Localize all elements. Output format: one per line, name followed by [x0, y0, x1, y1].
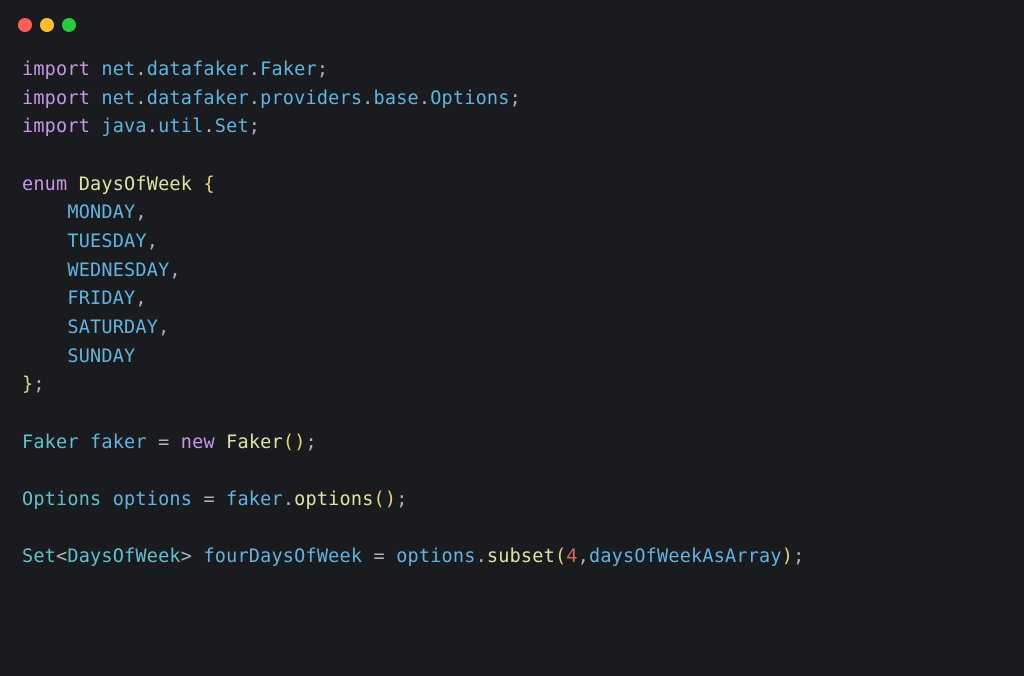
code-line: Faker faker = new Faker();: [22, 429, 1002, 458]
code-line: [22, 142, 1002, 171]
code-line: [22, 400, 1002, 429]
close-icon[interactable]: [18, 18, 32, 32]
code-line: SATURDAY,: [22, 314, 1002, 343]
minimize-icon[interactable]: [40, 18, 54, 32]
code-line: [22, 457, 1002, 486]
code-line: MONDAY,: [22, 199, 1002, 228]
code-line: import net.datafaker.Faker;: [22, 56, 1002, 85]
code-line: Set<DaysOfWeek> fourDaysOfWeek = options…: [22, 543, 1002, 572]
code-line: TUESDAY,: [22, 228, 1002, 257]
titlebar: [0, 0, 1024, 32]
code-line: Options options = faker.options();: [22, 486, 1002, 515]
code-line: WEDNESDAY,: [22, 257, 1002, 286]
code-line: import net.datafaker.providers.base.Opti…: [22, 85, 1002, 114]
code-line: FRIDAY,: [22, 285, 1002, 314]
code-line: };: [22, 371, 1002, 400]
code-line: SUNDAY: [22, 343, 1002, 372]
code-line: [22, 515, 1002, 544]
zoom-icon[interactable]: [62, 18, 76, 32]
code-line: enum DaysOfWeek {: [22, 171, 1002, 200]
code-editor[interactable]: import net.datafaker.Faker; import net.d…: [0, 32, 1024, 594]
code-line: import java.util.Set;: [22, 113, 1002, 142]
